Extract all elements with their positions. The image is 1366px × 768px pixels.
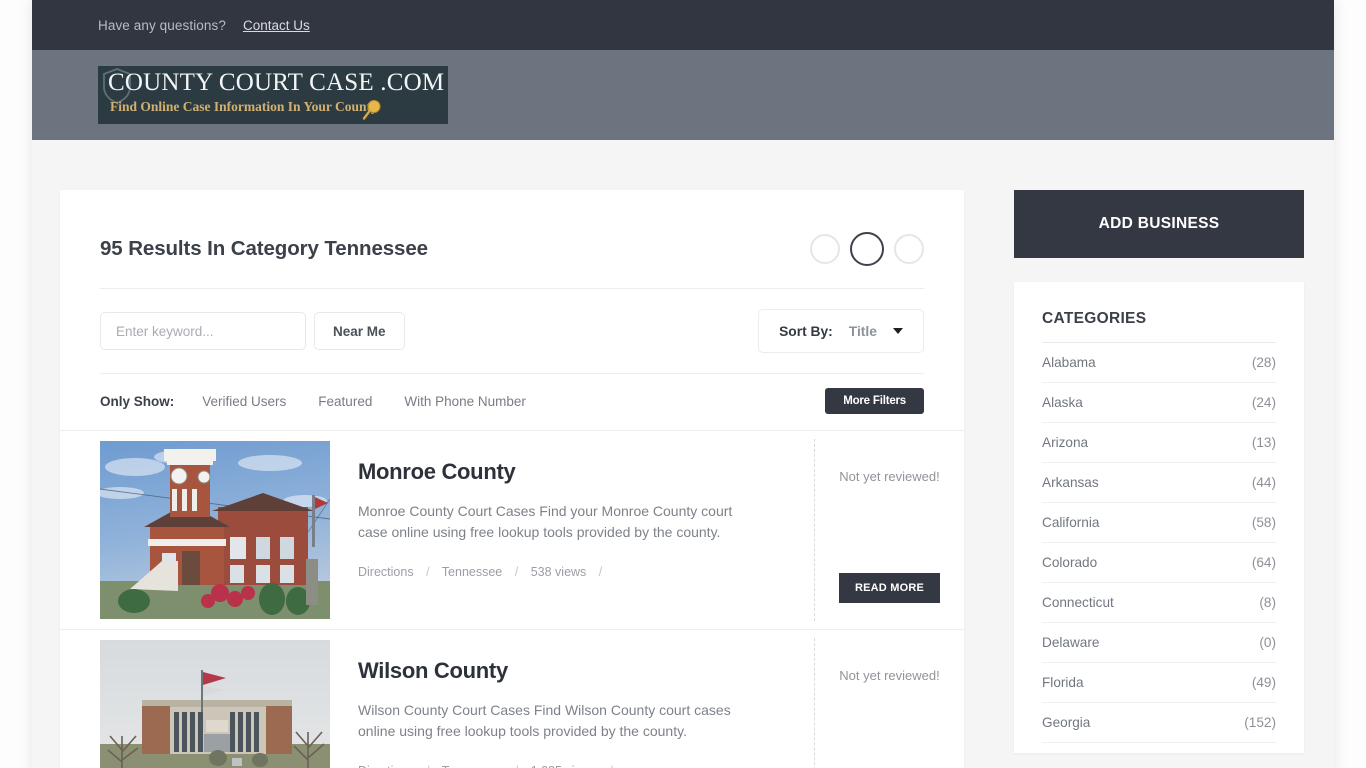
courthouse-photo bbox=[100, 441, 330, 619]
add-business-button[interactable]: ADD BUSINESS bbox=[1014, 190, 1304, 258]
category-count: (58) bbox=[1251, 515, 1276, 530]
magnifier-icon bbox=[362, 99, 381, 120]
main-column: 95 Results In Category Tennessee Near Me… bbox=[60, 190, 964, 768]
categories-widget: CATEGORIES Alabama (28) Alaska (24) Arizona (… bbox=[1014, 282, 1304, 753]
review-status: Not yet reviewed! bbox=[839, 469, 940, 484]
category-item-alaska[interactable]: Alaska (24) bbox=[1042, 383, 1276, 423]
listing-category-link[interactable]: Tennessee bbox=[442, 565, 502, 579]
categories-title: CATEGORIES bbox=[1042, 310, 1276, 343]
results-title: 95 Results In Category Tennessee bbox=[100, 237, 428, 260]
listing-description: Monroe County Court Cases Find your Monr… bbox=[358, 503, 733, 540]
listing-category-link[interactable]: Tennessee bbox=[442, 764, 502, 768]
category-name: Alaska bbox=[1042, 395, 1083, 410]
listing-item: Wilson County Wilson County Court Cases … bbox=[60, 629, 964, 768]
listing-body: Monroe County Monroe County Court Cases … bbox=[330, 431, 814, 629]
chevron-down-icon bbox=[892, 328, 903, 334]
category-item-colorado[interactable]: Colorado (64) bbox=[1042, 543, 1276, 583]
page-root: Have any questions? Contact Us COUNTY CO… bbox=[0, 0, 1366, 768]
listing-directions-link[interactable]: Directions bbox=[358, 764, 414, 768]
filter-row: Only Show: Verified Users Featured With … bbox=[60, 374, 964, 430]
listing-thumbnail[interactable] bbox=[100, 441, 330, 619]
review-status: Not yet reviewed! bbox=[839, 668, 940, 683]
category-count: (8) bbox=[1259, 595, 1276, 610]
filter-with-phone-number[interactable]: With Phone Number bbox=[404, 394, 526, 409]
logo-tagline: Find Online Case Information In Your Cou… bbox=[110, 99, 378, 114]
view-mode-list-icon[interactable] bbox=[850, 232, 884, 266]
read-more-button[interactable]: READ MORE bbox=[838, 573, 941, 603]
meta-separator: / bbox=[426, 764, 429, 768]
listing-meta: Directions / Tennessee / 1,335 views / bbox=[358, 764, 814, 768]
category-item-arkansas[interactable]: Arkansas (44) bbox=[1042, 463, 1276, 503]
category-name: Connecticut bbox=[1042, 595, 1114, 610]
category-count: (64) bbox=[1251, 555, 1276, 570]
view-mode-map-icon[interactable] bbox=[894, 234, 924, 264]
category-name: Arizona bbox=[1042, 435, 1089, 450]
listing-item: Monroe County Monroe County Court Cases … bbox=[60, 430, 964, 629]
logo-title: COUNTY COURT CASE .COM bbox=[108, 69, 445, 96]
listing-title[interactable]: Wilson County bbox=[358, 658, 814, 684]
results-header: 95 Results In Category Tennessee bbox=[60, 190, 964, 288]
sort-by-dropdown[interactable]: Sort By: Title bbox=[758, 309, 924, 353]
meta-separator: / bbox=[598, 565, 603, 579]
listing-meta: Directions / Tennessee / 538 views / bbox=[358, 565, 814, 579]
listing-title[interactable]: Monroe County bbox=[358, 459, 814, 485]
category-item-georgia[interactable]: Georgia (152) bbox=[1042, 703, 1276, 743]
category-item-arizona[interactable]: Arizona (13) bbox=[1042, 423, 1276, 463]
category-count: (24) bbox=[1251, 395, 1276, 410]
search-input[interactable] bbox=[100, 312, 306, 350]
site-logo[interactable]: COUNTY COURT CASE .COM Find Online Case … bbox=[98, 66, 448, 124]
top-bar: Have any questions? Contact Us bbox=[32, 0, 1334, 50]
results-card: 95 Results In Category Tennessee Near Me… bbox=[60, 190, 964, 768]
category-name: Arkansas bbox=[1042, 475, 1099, 490]
category-count: (0) bbox=[1259, 635, 1276, 650]
listing-views: 1,335 views bbox=[531, 764, 597, 768]
category-name: Alabama bbox=[1042, 355, 1096, 370]
view-mode-grid-icon[interactable] bbox=[810, 234, 840, 264]
listing-directions-link[interactable]: Directions bbox=[358, 565, 414, 579]
category-count: (28) bbox=[1251, 355, 1276, 370]
listing-views: 538 views bbox=[530, 565, 587, 579]
more-filters-button[interactable]: More Filters bbox=[825, 388, 924, 414]
category-item-alabama[interactable]: Alabama (28) bbox=[1042, 343, 1276, 383]
meta-separator: / bbox=[514, 565, 519, 579]
courthouse-photo bbox=[100, 640, 330, 768]
category-name: Florida bbox=[1042, 675, 1084, 690]
category-name: Georgia bbox=[1042, 715, 1091, 730]
site-container: Have any questions? Contact Us COUNTY CO… bbox=[32, 0, 1334, 768]
category-name: Colorado bbox=[1042, 555, 1098, 570]
meta-separator: / bbox=[609, 764, 612, 768]
listing-body: Wilson County Wilson County Court Cases … bbox=[330, 630, 814, 768]
category-count: (49) bbox=[1251, 675, 1276, 690]
categories-list: Alabama (28) Alaska (24) Arizona (13) Arkansas… bbox=[1042, 343, 1276, 743]
category-item-connecticut[interactable]: Connecticut (8) bbox=[1042, 583, 1276, 623]
search-row: Near Me Sort By: Title bbox=[60, 289, 964, 373]
sort-by-label: Sort By: bbox=[779, 323, 833, 339]
top-bar-question: Have any questions? bbox=[98, 17, 226, 33]
category-item-delaware[interactable]: Delaware (0) bbox=[1042, 623, 1276, 663]
only-show-label: Only Show: bbox=[100, 393, 175, 409]
meta-separator: / bbox=[426, 565, 430, 579]
content-row: 95 Results In Category Tennessee Near Me… bbox=[32, 140, 1334, 768]
category-item-florida[interactable]: Florida (49) bbox=[1042, 663, 1276, 703]
sort-by-value: Title bbox=[848, 323, 877, 339]
category-count: (44) bbox=[1251, 475, 1276, 490]
contact-us-link[interactable]: Contact Us bbox=[243, 18, 310, 33]
listing-description: Wilson County Court Cases Find Wilson Co… bbox=[358, 702, 731, 739]
listing-side-panel: Not yet reviewed! READ MORE bbox=[814, 638, 964, 768]
category-name: Delaware bbox=[1042, 635, 1100, 650]
listing-thumbnail[interactable] bbox=[100, 640, 330, 768]
filter-featured[interactable]: Featured bbox=[318, 394, 372, 409]
sidebar: ADD BUSINESS CATEGORIES Alabama (28) Alask… bbox=[1014, 190, 1304, 753]
category-count: (152) bbox=[1244, 715, 1276, 730]
listing-side-panel: Not yet reviewed! READ MORE bbox=[814, 439, 964, 621]
filter-verified-users[interactable]: Verified Users bbox=[202, 394, 286, 409]
meta-separator: / bbox=[515, 764, 518, 768]
near-me-button[interactable]: Near Me bbox=[314, 312, 405, 350]
category-count: (13) bbox=[1251, 435, 1276, 450]
logo-band: COUNTY COURT CASE .COM Find Online Case … bbox=[32, 50, 1334, 140]
category-item-california[interactable]: California (58) bbox=[1042, 503, 1276, 543]
category-name: California bbox=[1042, 515, 1100, 530]
view-mode-toggles bbox=[810, 232, 924, 266]
